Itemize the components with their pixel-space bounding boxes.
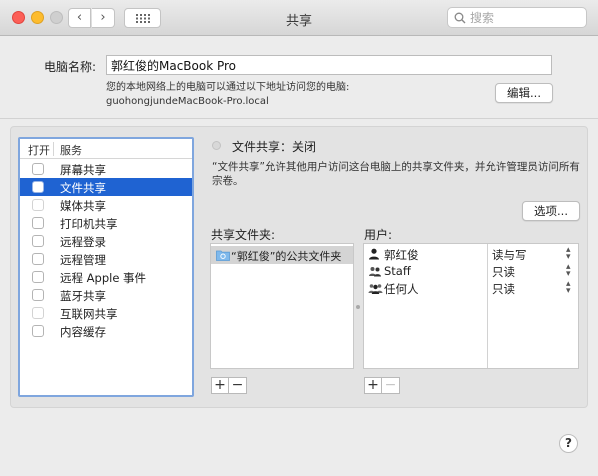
service-label: 媒体共享 [60,199,106,213]
remove-user-button[interactable]: − [382,377,400,394]
shared-folder-name: “郭红俊”的公共文件夹 [231,250,342,263]
user-permission-select[interactable]: 只读 [492,264,515,280]
service-checkbox[interactable] [32,235,44,247]
user-name: 郭红俊 [384,248,419,262]
service-label: 文件共享 [60,181,106,195]
service-row-bluetooth-sharing[interactable]: 蓝牙共享 [20,286,192,304]
service-checkbox[interactable] [32,307,44,319]
service-checkbox[interactable] [32,217,44,229]
user-row[interactable]: Staff 只读 ▴ ▾ [364,263,578,280]
shared-folders-list[interactable]: “郭红俊”的公共文件夹 [210,243,354,369]
service-checkbox[interactable] [32,163,44,175]
services-list[interactable]: 打开 服务 屏幕共享 文件共享 媒体共享 打印机共享 远程登录 远程管理 远程 … [18,137,194,397]
edit-hostname-button[interactable]: 编辑... [495,83,553,103]
service-row-remote-apple-events[interactable]: 远程 Apple 事件 [20,268,192,286]
shared-folders-label: 共享文件夹: [211,228,276,242]
user-permission-select[interactable]: 读与写 [492,247,527,263]
shared-folder-row[interactable]: “郭红俊”的公共文件夹 [211,246,353,264]
column-header-service[interactable]: 服务 [60,142,82,158]
search-field[interactable] [447,7,587,28]
service-row-content-caching[interactable]: 内容缓存 [20,322,192,340]
add-shared-folder-button[interactable]: + [211,377,229,394]
service-checkbox[interactable] [32,271,44,283]
user-row[interactable]: 郭红俊 读与写 ▴ ▾ [364,246,578,263]
everyone-icon [368,284,383,294]
service-row-internet-sharing[interactable]: 互联网共享 [20,304,192,322]
service-checkbox[interactable] [32,325,44,337]
local-hostname: guohongjundeMacBook-Pro.local [106,96,269,107]
title-bar: ‹ › 共享 [0,0,598,36]
service-row-remote-login[interactable]: 远程登录 [20,232,192,250]
group-icon [369,267,381,277]
service-label: 屏幕共享 [60,163,106,177]
service-label: 蓝牙共享 [60,289,106,303]
service-row-file-sharing[interactable]: 文件共享 [20,178,192,196]
users-list[interactable]: 郭红俊 读与写 ▴ ▾ Staff 只读 ▴ ▾ 任何人 只读 ▴ ▾ [363,243,579,369]
search-input[interactable] [470,9,582,26]
service-row-printer-sharing[interactable]: 打印机共享 [20,214,192,232]
service-checkbox[interactable] [32,289,44,301]
service-label: 远程管理 [60,253,106,267]
service-row-remote-management[interactable]: 远程管理 [20,250,192,268]
file-sharing-status: 文件共享：关闭 [232,140,317,154]
shared-folders-controls: + − [211,377,247,394]
updown-chevron-icon[interactable]: ▴ ▾ [566,280,571,296]
user-name: Staff [384,264,411,278]
column-separator [53,142,54,156]
users-controls: + − [364,377,400,394]
user-name: 任何人 [384,282,419,296]
service-checkbox[interactable] [32,181,44,193]
section-divider [0,118,598,119]
updown-chevron-icon[interactable]: ▴ ▾ [566,246,571,262]
user-row[interactable]: 任何人 只读 ▴ ▾ [364,280,578,297]
updown-chevron-icon[interactable]: ▴ ▾ [566,263,571,279]
services-list-header: 打开 服务 [20,139,192,159]
add-user-button[interactable]: + [364,377,382,394]
public-folder-icon [216,250,230,261]
computer-name-description: 您的本地网络上的电脑可以通过以下地址访问您的电脑: guohongjundeMa… [106,81,349,109]
users-label: 用户: [364,228,393,242]
service-checkbox[interactable] [32,253,44,265]
help-button[interactable]: ? [559,434,578,453]
service-checkbox[interactable] [32,199,44,211]
single-user-icon [369,248,379,260]
service-label: 互联网共享 [60,307,118,321]
user-permission-select[interactable]: 只读 [492,281,515,297]
service-row-media-sharing[interactable]: 媒体共享 [20,196,192,214]
computer-name-label: 电脑名称: [44,60,97,74]
search-icon [454,12,466,24]
file-sharing-description: “文件共享”允许其他用户访问这台电脑上的共享文件夹，并允许管理员访问所有宗卷。 [212,161,580,187]
pane-splitter-handle[interactable] [356,305,360,309]
remove-shared-folder-button[interactable]: − [229,377,247,394]
service-label: 远程登录 [60,235,106,249]
service-label: 打印机共享 [60,217,118,231]
service-label: 远程 Apple 事件 [60,271,147,285]
status-indicator-icon [212,141,221,150]
service-label: 内容缓存 [60,325,106,339]
column-header-open[interactable]: 打开 [28,142,50,158]
options-button[interactable]: 选项... [522,201,580,221]
computer-name-input[interactable] [106,55,552,75]
address-hint: 您的本地网络上的电脑可以通过以下地址访问您的电脑: [106,82,350,93]
service-row-screen-sharing[interactable]: 屏幕共享 [20,160,192,178]
